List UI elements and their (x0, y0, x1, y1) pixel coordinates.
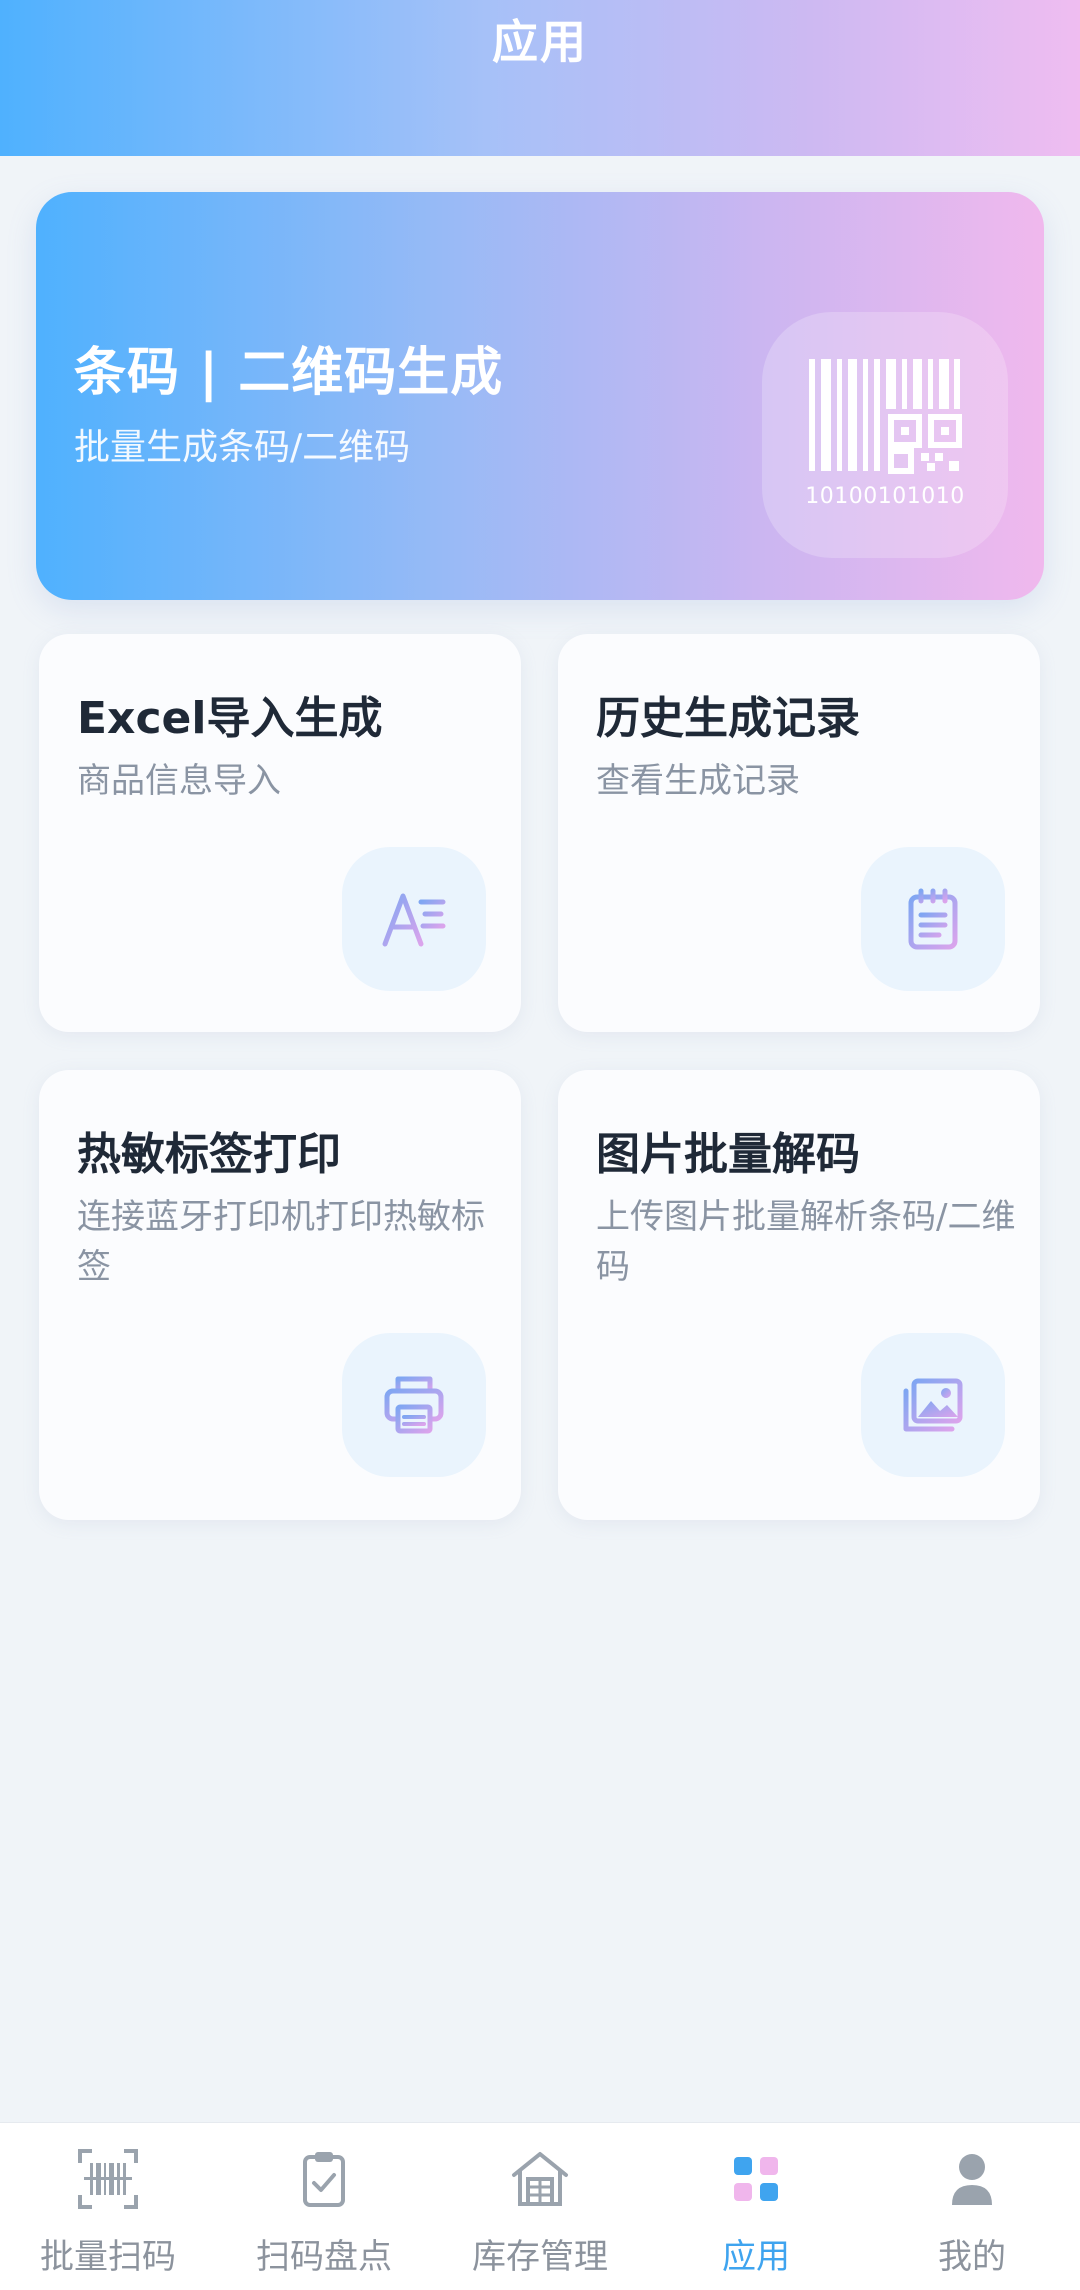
app-page: 应用 条码 | 二维码生成 批量生成条码/二维码 10100101010 Exc… (0, 0, 1080, 2290)
banner-title: 条码 | 二维码生成 (74, 343, 504, 403)
thermal-label-print-card[interactable]: 热敏标签打印 连接蓝牙打印机打印热敏标签 (39, 1070, 521, 1520)
card-title: Excel导入生成 (77, 693, 383, 744)
scan-barcode-icon (78, 2149, 138, 2209)
nav-item-inventory-management[interactable]: 库存管理 (432, 2123, 648, 2290)
nav-label: 批量扫码 (40, 2237, 176, 2277)
nav-label: 应用 (722, 2237, 790, 2277)
history-records-card[interactable]: 历史生成记录 查看生成记录 (558, 634, 1040, 1032)
nav-item-batch-scan[interactable]: 批量扫码 (0, 2123, 216, 2290)
excel-import-card[interactable]: Excel导入生成 商品信息导入 (39, 634, 521, 1032)
card-title: 历史生成记录 (596, 693, 860, 744)
images-icon (861, 1333, 1005, 1477)
nav-item-scan-inventory[interactable]: 扫码盘点 (216, 2123, 432, 2290)
clipboard-check-icon (294, 2149, 354, 2209)
barcode-generator-banner[interactable]: 条码 | 二维码生成 批量生成条码/二维码 10100101010 (36, 192, 1044, 600)
nav-label: 库存管理 (472, 2237, 608, 2277)
banner-icon-digits: 10100101010 (807, 484, 963, 509)
header-bar: 应用 (0, 0, 1080, 156)
notepad-icon (861, 847, 1005, 991)
page-title: 应用 (492, 15, 588, 69)
barcode-qrcode-icon: 10100101010 (762, 312, 1008, 558)
warehouse-icon (510, 2149, 570, 2209)
apps-grid-icon (726, 2149, 786, 2209)
card-description: 商品信息导入 (77, 761, 281, 801)
bottom-nav: 批量扫码 扫码盘点 库存管理 应用 我的 (0, 2122, 1080, 2290)
text-format-icon (342, 847, 486, 991)
image-batch-decode-card[interactable]: 图片批量解码 上传图片批量解析条码/二维码 (558, 1070, 1040, 1520)
printer-icon (342, 1333, 486, 1477)
card-title: 热敏标签打印 (77, 1129, 341, 1180)
card-description: 查看生成记录 (596, 761, 800, 801)
user-icon (942, 2149, 1002, 2209)
nav-label: 我的 (938, 2237, 1006, 2277)
card-description: 连接蓝牙打印机打印热敏标签 (77, 1197, 485, 1287)
card-description: 上传图片批量解析条码/二维码 (596, 1197, 1016, 1287)
nav-item-profile[interactable]: 我的 (864, 2123, 1080, 2290)
card-title: 图片批量解码 (596, 1129, 860, 1180)
nav-item-apps[interactable]: 应用 (648, 2123, 864, 2290)
nav-label: 扫码盘点 (256, 2237, 392, 2277)
banner-subtitle: 批量生成条码/二维码 (74, 427, 411, 468)
